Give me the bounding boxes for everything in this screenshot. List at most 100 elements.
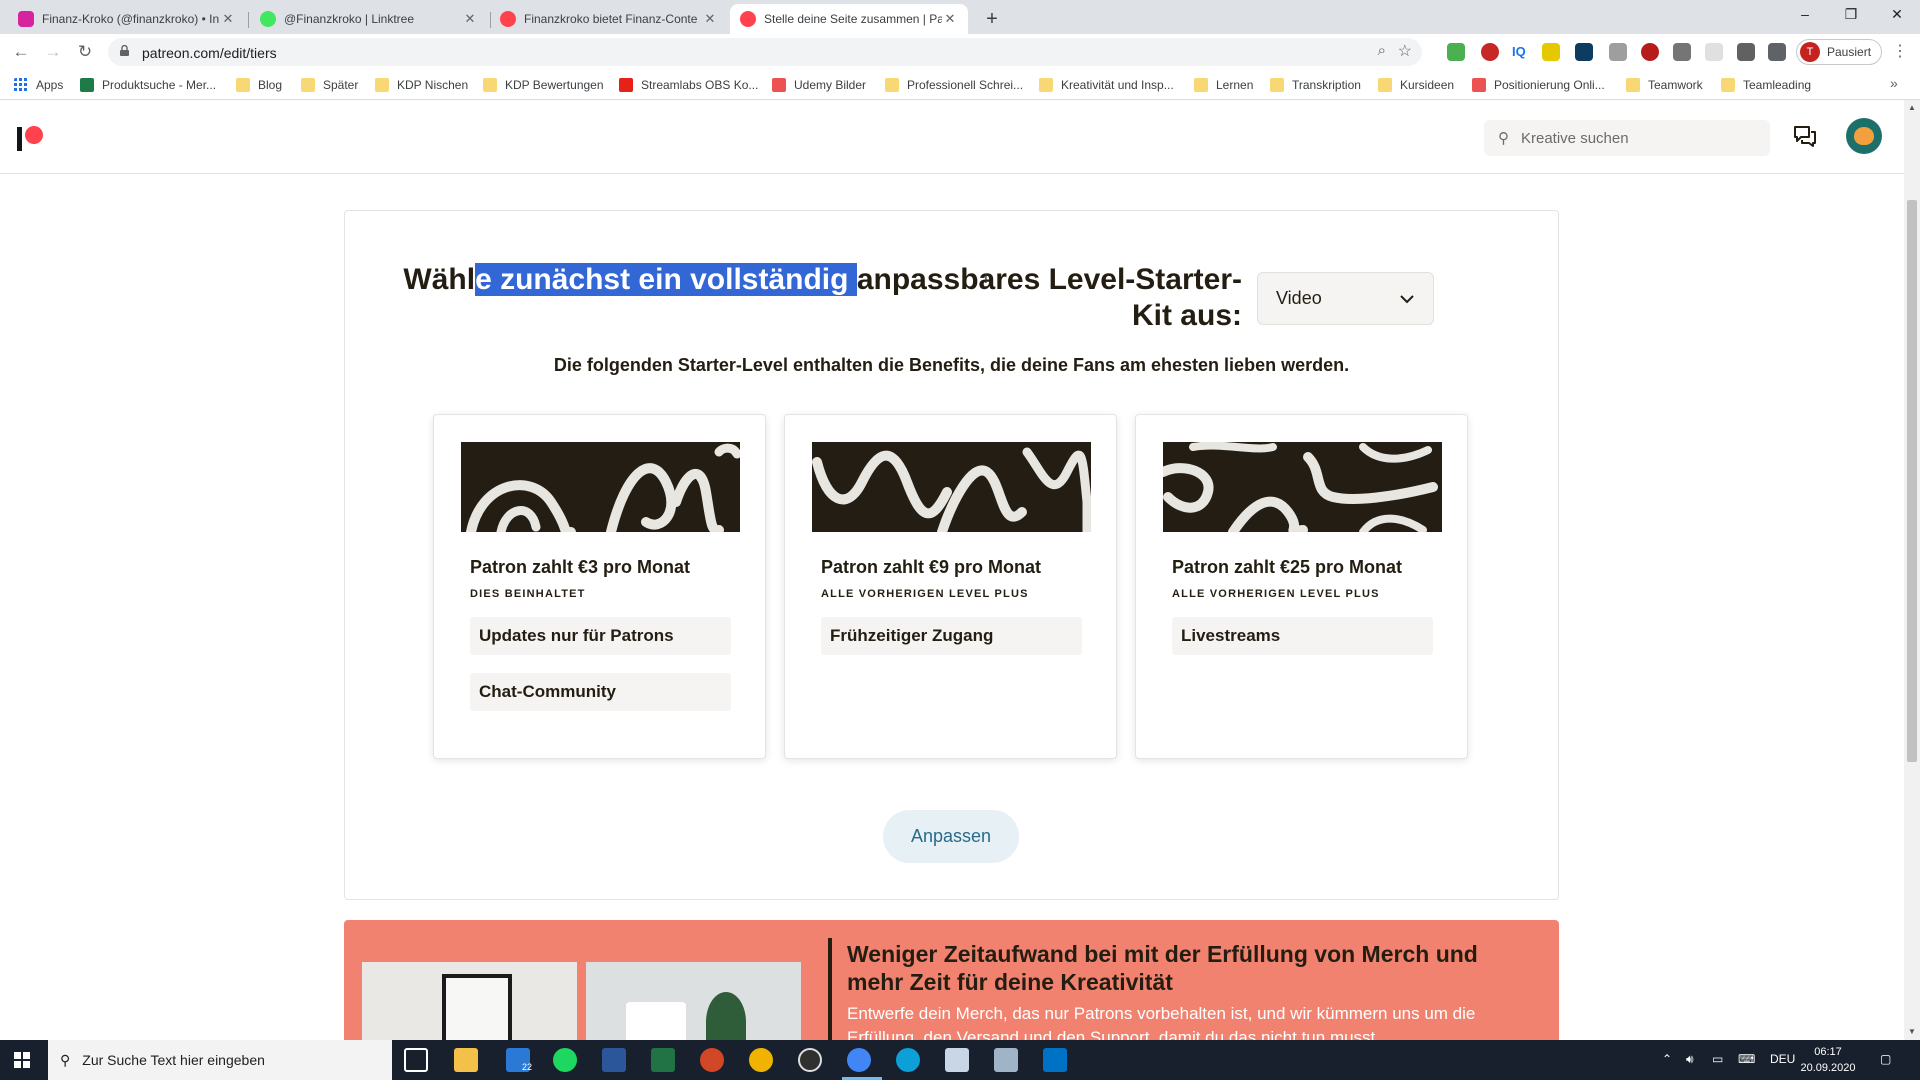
divider (828, 938, 832, 1040)
outlook-icon[interactable] (1043, 1048, 1067, 1072)
search-input[interactable] (1521, 129, 1741, 147)
eyedropper-icon[interactable] (1737, 43, 1755, 61)
chevron-up-icon[interactable]: ⌃ (1662, 1052, 1672, 1066)
bookmark-item[interactable]: Transkription (1270, 76, 1361, 94)
puzzle-icon[interactable] (1768, 43, 1786, 61)
excel-icon[interactable] (651, 1048, 675, 1072)
back-button[interactable]: ← (8, 39, 34, 65)
profile-button[interactable]: T Pausiert (1796, 39, 1882, 65)
folder-icon (885, 78, 899, 92)
edge-icon[interactable] (896, 1048, 920, 1072)
tier-card[interactable]: Patron zahlt €3 pro Monat DIES BEINHALTE… (433, 414, 766, 759)
chevron-right-icon[interactable]: » (1890, 75, 1898, 91)
extension-icon[interactable] (1641, 43, 1659, 61)
creator-search[interactable]: ⚲ (1484, 120, 1770, 156)
bookmark-item[interactable]: KDP Bewertungen (483, 76, 604, 94)
extension-icon[interactable] (1481, 43, 1499, 61)
bookmark-star-icon[interactable]: ☆ (1398, 41, 1412, 61)
close-icon[interactable]: ✕ (220, 11, 236, 27)
customize-button[interactable]: Anpassen (883, 810, 1019, 863)
restore-button[interactable]: ❐ (1828, 0, 1874, 30)
bookmark-label: Streamlabs OBS Ko... (641, 78, 759, 92)
bookmark-item[interactable]: Später (301, 76, 358, 94)
bookmark-item[interactable]: Teamwork (1626, 76, 1703, 94)
new-tab-button[interactable]: + (978, 6, 1006, 34)
close-icon[interactable]: ✕ (462, 11, 478, 27)
starter-kit-select[interactable]: Video (1257, 272, 1434, 325)
avatar[interactable] (1846, 118, 1882, 154)
browser-tab-active[interactable]: Stelle deine Seite zusammen | Pa ✕ (730, 4, 968, 34)
bookmark-item[interactable]: Apps (14, 76, 63, 94)
spotify-icon[interactable] (553, 1048, 577, 1072)
mail-badge: 22 (522, 1062, 533, 1072)
taskbar-clock[interactable]: 06:17 20.09.2020 (1800, 1044, 1856, 1076)
bookmark-item[interactable]: Positionierung Onli... (1472, 76, 1605, 94)
bookmark-item[interactable]: Professionell Schrei... (885, 76, 1023, 94)
scroll-down-icon[interactable]: ▼ (1904, 1024, 1920, 1040)
patreon-logo[interactable] (17, 126, 47, 152)
bookmark-item[interactable]: KDP Nischen (375, 76, 468, 94)
tier-card[interactable]: Patron zahlt €25 pro Monat ALLE VORHERIG… (1135, 414, 1468, 759)
windows-taskbar: ⚲ Zur Suche Text hier eingeben 22 ⌃ 🔊︎ ▭… (0, 1040, 1920, 1080)
browser-tab[interactable]: Finanz-Kroko (@finanzkroko) • In ✕ (8, 4, 246, 34)
network-icon[interactable]: ▭ (1712, 1052, 1723, 1066)
task-view-icon[interactable] (404, 1048, 428, 1072)
instagram-icon (18, 11, 34, 27)
browser-toolbar: ← → ↻ patreon.com/edit/tiers ⌕ ☆ IQ T Pa… (0, 34, 1920, 70)
browser-tab[interactable]: @Finanzkroko | Linktree ✕ (250, 4, 488, 34)
browser-tab[interactable]: Finanzkroko bietet Finanz-Conte ✕ (490, 4, 728, 34)
taskbar-search[interactable]: ⚲ Zur Suche Text hier eingeben (48, 1040, 392, 1080)
reload-button[interactable]: ↻ (72, 39, 98, 65)
extension-icon[interactable] (1447, 43, 1465, 61)
lock-icon (120, 45, 129, 56)
bookmark-item[interactable]: Produktsuche - Mer... (80, 76, 216, 94)
bookmark-item[interactable]: Kursideen (1378, 76, 1454, 94)
forward-button[interactable]: → (40, 39, 66, 65)
keyboard-icon[interactable]: ⌨ (1738, 1052, 1755, 1066)
scroll-up-icon[interactable]: ▲ (1904, 100, 1920, 116)
promo-text: Entwerfe dein Merch, das nur Patrons vor… (847, 1004, 1476, 1040)
scrollbar-thumb[interactable] (1907, 200, 1917, 762)
powerpoint-icon[interactable] (700, 1048, 724, 1072)
iq-extension-icon[interactable]: IQ (1512, 43, 1530, 61)
volume-icon[interactable]: 🔊︎ (1686, 1052, 1694, 1067)
bookmark-item[interactable]: Streamlabs OBS Ko... (619, 76, 758, 94)
app-icon[interactable] (945, 1048, 969, 1072)
close-icon[interactable]: ✕ (702, 11, 718, 27)
bookmark-item[interactable]: Udemy Bilder (772, 76, 866, 94)
bookmark-label: Später (323, 78, 359, 92)
more-menu-icon[interactable]: ⋮ (1892, 41, 1908, 61)
apps-grid-icon (14, 78, 27, 91)
fox-avatar-icon (1854, 127, 1874, 145)
tier-card[interactable]: Patron zahlt €9 pro Monat ALLE VORHERIGE… (784, 414, 1117, 759)
close-window-button[interactable]: ✕ (1874, 0, 1920, 30)
chrome-icon[interactable] (847, 1048, 871, 1072)
bookmark-item[interactable]: Lernen (1194, 76, 1253, 94)
extension-icon[interactable] (1609, 43, 1627, 61)
app-icon[interactable] (749, 1048, 773, 1072)
bookmark-item[interactable]: Blog (236, 76, 282, 94)
search-icon: ⚲ (1498, 130, 1509, 147)
chat-icon[interactable] (1792, 124, 1818, 150)
bookmark-item[interactable]: Kreativität und Insp... (1039, 76, 1174, 94)
zoom-icon[interactable]: ⌕ (1378, 42, 1386, 59)
tab-title: Finanzkroko bietet Finanz-Conte (524, 12, 698, 26)
benefit-chip: Livestreams (1172, 617, 1433, 655)
bookmark-item[interactable]: Teamleading (1721, 76, 1811, 94)
app-icon[interactable] (994, 1048, 1018, 1072)
plant-shape (706, 992, 746, 1040)
file-explorer-icon[interactable] (454, 1048, 478, 1072)
minimize-button[interactable]: – (1782, 0, 1828, 30)
word-icon[interactable] (602, 1048, 626, 1072)
extension-icon[interactable] (1542, 43, 1560, 61)
windows-start-icon[interactable] (14, 1052, 30, 1068)
notification-icon[interactable]: ▢ (1880, 1052, 1891, 1066)
grid-extension-icon[interactable] (1673, 43, 1691, 61)
obs-icon[interactable] (798, 1048, 822, 1072)
close-icon[interactable]: ✕ (942, 11, 958, 27)
extension-icon[interactable] (1575, 43, 1593, 61)
fullscreen-icon[interactable] (1705, 43, 1723, 61)
page-scrollbar[interactable]: ▲ ▼ (1904, 100, 1920, 1040)
address-bar[interactable]: patreon.com/edit/tiers ⌕ ☆ (108, 38, 1422, 66)
language-indicator[interactable]: DEU (1770, 1052, 1795, 1066)
